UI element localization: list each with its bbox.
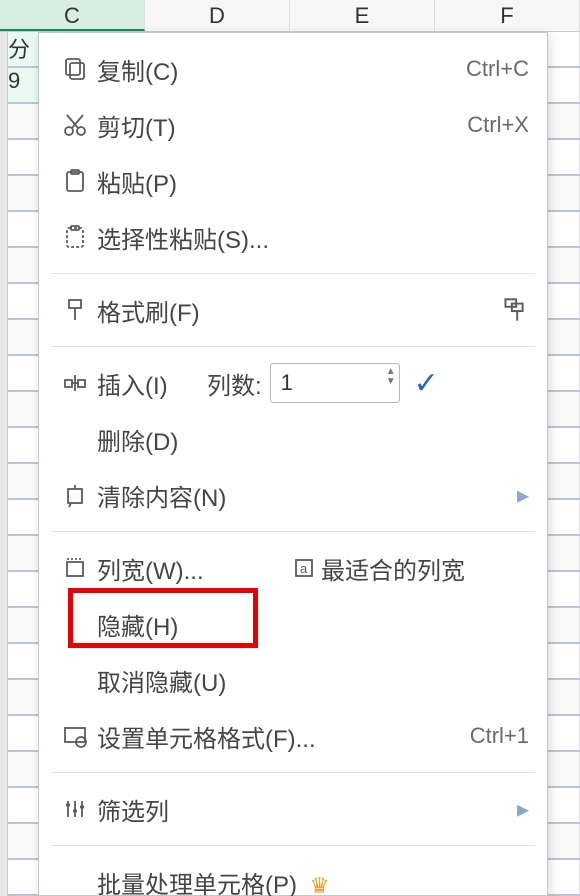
col-width-icon bbox=[53, 554, 97, 582]
copy-icon bbox=[53, 55, 97, 83]
menu-paste-special[interactable]: 选择性粘贴(S)... bbox=[39, 209, 547, 265]
menu-paste[interactable]: 粘贴(P) bbox=[39, 153, 547, 209]
format-painter-icon bbox=[53, 296, 97, 324]
menu-format-cells-label: 设置单元格格式(F)... bbox=[97, 719, 470, 754]
menu-format-painter[interactable]: 格式刷(F) bbox=[39, 282, 547, 338]
col-header-c[interactable]: C bbox=[0, 0, 145, 31]
menu-batch[interactable]: 批量处理单元格(P) ♛ bbox=[39, 854, 547, 896]
menu-copy[interactable]: 复制(C) Ctrl+C bbox=[39, 41, 547, 97]
paste-special-icon bbox=[53, 223, 97, 251]
menu-separator bbox=[51, 346, 535, 347]
menu-copy-label: 复制(C) bbox=[97, 52, 466, 87]
menu-separator bbox=[51, 273, 535, 274]
confirm-check-icon[interactable]: ✓ bbox=[414, 366, 439, 401]
menu-autofit-label[interactable]: 最适合的列宽 bbox=[321, 551, 465, 586]
menu-filter-label: 筛选列 bbox=[97, 792, 517, 827]
column-headers: C D E F bbox=[0, 0, 580, 32]
cut-icon bbox=[53, 111, 97, 139]
context-menu: 复制(C) Ctrl+C 剪切(T) Ctrl+X 粘贴(P) 选择性粘贴(S)… bbox=[38, 32, 548, 896]
menu-filter[interactable]: 筛选列 ▸ bbox=[39, 781, 547, 837]
autofit-icon: a bbox=[287, 555, 321, 581]
menu-separator bbox=[51, 772, 535, 773]
menu-unhide-label: 取消隐藏(U) bbox=[97, 663, 529, 698]
spinner-arrows-icon[interactable]: ▲▼ bbox=[386, 367, 396, 387]
format-cells-icon bbox=[53, 722, 97, 750]
menu-unhide[interactable]: 取消隐藏(U) bbox=[39, 652, 547, 708]
menu-paste-label: 粘贴(P) bbox=[97, 164, 529, 199]
row-gutter bbox=[0, 32, 8, 896]
menu-hide[interactable]: 隐藏(H) bbox=[39, 596, 547, 652]
menu-cut-shortcut: Ctrl+X bbox=[467, 112, 529, 138]
paste-icon bbox=[53, 167, 97, 195]
col-header-d[interactable]: D bbox=[145, 0, 290, 31]
crown-icon: ♛ bbox=[310, 873, 330, 896]
format-painter-alt-icon[interactable] bbox=[499, 295, 529, 325]
menu-col-width-label: 列宽(W)... bbox=[97, 551, 287, 586]
menu-copy-shortcut: Ctrl+C bbox=[466, 56, 529, 82]
menu-delete[interactable]: 删除(D) bbox=[39, 411, 547, 467]
menu-separator bbox=[51, 531, 535, 532]
menu-clear[interactable]: 清除内容(N) ▸ bbox=[39, 467, 547, 523]
col-header-e[interactable]: E bbox=[290, 0, 435, 31]
insert-icon bbox=[53, 369, 97, 397]
insert-count-spinner[interactable]: ▲▼ bbox=[270, 363, 400, 403]
menu-batch-text: 批量处理单元格(P) bbox=[97, 872, 297, 896]
menu-separator bbox=[51, 845, 535, 846]
clear-icon bbox=[53, 481, 97, 509]
menu-col-width[interactable]: 列宽(W)... a 最适合的列宽 bbox=[39, 540, 547, 596]
menu-insert[interactable]: 插入(I) 列数: ▲▼ ✓ bbox=[39, 355, 547, 411]
filter-icon bbox=[53, 795, 97, 823]
insert-count-input[interactable] bbox=[270, 363, 400, 403]
svg-text:a: a bbox=[300, 561, 308, 576]
menu-insert-label: 插入(I) bbox=[97, 366, 207, 401]
menu-format-cells[interactable]: 设置单元格格式(F)... Ctrl+1 bbox=[39, 708, 547, 764]
submenu-arrow-icon: ▸ bbox=[517, 481, 529, 510]
menu-delete-label: 删除(D) bbox=[97, 422, 529, 457]
menu-format-painter-label: 格式刷(F) bbox=[97, 293, 499, 328]
menu-hide-label: 隐藏(H) bbox=[97, 607, 529, 642]
col-header-f[interactable]: F bbox=[435, 0, 580, 31]
menu-cut[interactable]: 剪切(T) Ctrl+X bbox=[39, 97, 547, 153]
menu-paste-special-label: 选择性粘贴(S)... bbox=[97, 220, 529, 255]
menu-format-cells-shortcut: Ctrl+1 bbox=[470, 723, 529, 749]
menu-cut-label: 剪切(T) bbox=[97, 108, 467, 143]
submenu-arrow-icon: ▸ bbox=[517, 795, 529, 824]
menu-clear-label: 清除内容(N) bbox=[97, 478, 517, 513]
menu-batch-label: 批量处理单元格(P) ♛ bbox=[97, 865, 529, 896]
insert-count-label: 列数: bbox=[207, 366, 262, 401]
